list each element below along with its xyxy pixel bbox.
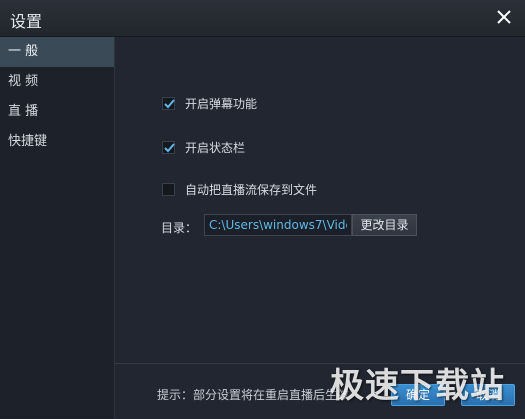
sidebar-item-label: 一 般	[8, 44, 39, 59]
sidebar-item-label: 直 播	[8, 104, 39, 119]
cancel-button[interactable]: 取消	[461, 384, 515, 406]
save-stream-option[interactable]: 自动把直播流保存到文件	[162, 180, 317, 198]
ok-button[interactable]: 确定	[391, 384, 445, 406]
check-icon	[164, 98, 175, 108]
title-bar: 设置	[0, 0, 525, 37]
sidebar-item-general[interactable]: 一 般	[0, 37, 114, 67]
statusbar-option[interactable]: 开启状态栏	[162, 138, 245, 156]
sidebar-item-label: 快捷键	[8, 134, 48, 149]
sidebar-item-shortcuts[interactable]: 快捷键	[0, 127, 114, 157]
statusbar-checkbox[interactable]	[162, 140, 175, 154]
directory-label: 目录：	[161, 221, 198, 235]
statusbar-label: 开启状态栏	[185, 140, 246, 155]
footer: 提示：部分设置将在重启直播后生效 确定 取消	[115, 363, 525, 419]
hint-text: 提示：部分设置将在重启直播后生效	[157, 388, 350, 402]
danmaku-option[interactable]: 开启弹幕功能	[162, 94, 257, 112]
sidebar-item-video[interactable]: 视 频	[0, 67, 114, 97]
close-button[interactable]	[493, 6, 515, 28]
save-stream-checkbox[interactable]	[162, 182, 175, 196]
danmaku-label: 开启弹幕功能	[185, 96, 258, 111]
check-icon	[164, 142, 175, 152]
danmaku-checkbox[interactable]	[162, 96, 175, 110]
settings-panel: 开启弹幕功能 开启状态栏 自动把直播流保存到文件 目录： 更改目录	[115, 37, 525, 363]
close-icon	[497, 10, 511, 24]
sidebar: 一 般 视 频 直 播 快捷键	[0, 37, 115, 418]
directory-input[interactable]	[204, 214, 352, 236]
window-title: 设置	[10, 12, 43, 31]
change-directory-button[interactable]: 更改目录	[352, 214, 417, 236]
sidebar-item-live[interactable]: 直 播	[0, 97, 114, 127]
sidebar-item-label: 视 频	[8, 74, 39, 89]
save-stream-label: 自动把直播流保存到文件	[185, 182, 318, 197]
